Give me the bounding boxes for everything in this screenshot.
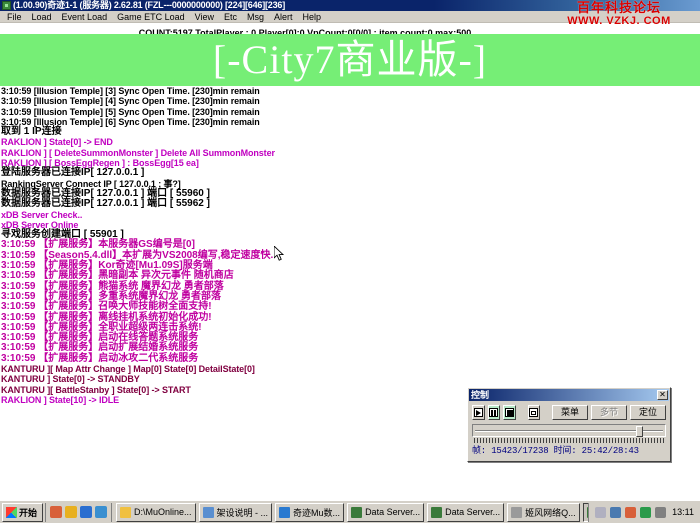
taskbar-item[interactable]: 架设说明 - ... xyxy=(199,503,273,522)
taskbar-item-label: 奇迹Mu数... xyxy=(293,506,340,519)
stop-button[interactable] xyxy=(503,405,516,420)
log-line: 取到 1 IP连接 xyxy=(0,127,700,137)
shield-icon[interactable] xyxy=(640,507,651,518)
menu-item-file[interactable]: File xyxy=(2,11,27,23)
taskbar-item-label: 架设说明 - ... xyxy=(217,506,269,519)
playback-slider[interactable] xyxy=(472,424,666,437)
window-titlebar[interactable]: (1.00.90)奇迹1-1 (服务器) 2.62.81 (FZL---0000… xyxy=(0,0,700,11)
taskbar-item-icon xyxy=(279,507,290,518)
network-icon[interactable] xyxy=(610,507,621,518)
menu-item-alert[interactable]: Alert xyxy=(269,11,298,23)
clock-label[interactable]: 13:11 xyxy=(672,507,694,517)
menu-item-event-load[interactable]: Event Load xyxy=(57,11,113,23)
folder-icon[interactable] xyxy=(95,506,107,518)
pause-button[interactable] xyxy=(488,405,501,420)
taskbar-item-icon xyxy=(431,507,442,518)
locate-button[interactable]: 定位 xyxy=(630,405,666,420)
menu-item-game-etc-load[interactable]: Game ETC Load xyxy=(112,11,190,23)
taskbar-item-label: 姬风网络Q... xyxy=(525,506,576,519)
menu-item-load[interactable]: Load xyxy=(27,11,57,23)
media-icon[interactable] xyxy=(80,506,92,518)
playback-tick-marks xyxy=(474,438,664,443)
taskbar-item[interactable]: Data Server... xyxy=(347,503,424,522)
log-line: RAKLION ] State[0] -> END xyxy=(0,137,700,147)
taskbar-item[interactable]: Data Server... xyxy=(427,503,504,522)
log-line: KANTURU ][ Map Attr Change ] Map[0] Stat… xyxy=(0,364,700,374)
player-control-window[interactable]: 控制 ✕ 菜单 多节 定位 xyxy=(467,387,671,462)
log-line: RAKLION ] [ DeleteSummonMonster ] Delete… xyxy=(0,148,700,158)
start-button-label: 开始 xyxy=(19,506,37,519)
system-tray: 13:11 xyxy=(588,503,698,522)
close-icon[interactable]: ✕ xyxy=(657,390,668,400)
playback-info-text: 帧: 15423/17238 时间: 25:42/28:43 xyxy=(472,445,666,457)
printer-icon[interactable] xyxy=(595,507,606,518)
menu-button[interactable]: 菜单 xyxy=(552,405,588,420)
taskbar-item-label: D:\MuOnline... xyxy=(134,507,192,517)
menu-item-help[interactable]: Help xyxy=(298,11,327,23)
taskbar-item-icon xyxy=(511,507,522,518)
clock-icon[interactable] xyxy=(655,507,666,518)
log-line: 登陆服务器已连接IP[ 127.0.0.1 ] xyxy=(0,168,700,178)
menu-item-etc[interactable]: Etc xyxy=(219,11,242,23)
log-line: 数据服务器已连接IP[ 127.0.0.1 ] 端口 [ 55962 ] xyxy=(0,199,700,209)
player-control-title: 控制 xyxy=(471,389,657,401)
taskbar-item-icon xyxy=(351,507,362,518)
log-line: xDB Server Check.. xyxy=(0,210,700,220)
log-line: 3:10:59 [Illusion Temple] [6] Sync Open … xyxy=(0,117,700,127)
browser-icon[interactable] xyxy=(65,506,77,518)
eject-icon xyxy=(529,408,538,417)
taskbar-item[interactable]: 奇迹Mu数... xyxy=(275,503,344,522)
stop-icon xyxy=(505,408,514,417)
desktop-root: (1.00.90)奇迹1-1 (服务器) 2.62.81 (FZL---0000… xyxy=(0,0,700,523)
playback-slider-track xyxy=(475,430,663,432)
app-icon xyxy=(2,1,11,10)
log-line: KANTURU ] State[0] -> STANDBY xyxy=(0,374,700,384)
qq-tray-icon[interactable] xyxy=(625,507,636,518)
server-banner: [-City7商业版-] xyxy=(0,34,700,86)
taskbar-window-list: D:\MuOnline... 架设说明 - ... 奇迹Mu数... Data Ser… xyxy=(116,503,588,522)
taskbar-item[interactable]: 姬风网络Q... xyxy=(507,503,580,522)
start-button[interactable]: 开始 xyxy=(2,503,43,522)
log-line: 3:10:59 [Illusion Temple] [5] Sync Open … xyxy=(0,107,700,117)
player-button-row: 菜单 多节 定位 xyxy=(472,405,666,420)
menu-item-view[interactable]: View xyxy=(190,11,219,23)
log-line: 3:10:59 [Illusion Temple] [3] Sync Open … xyxy=(0,86,700,96)
server-banner-text: [-City7商业版-] xyxy=(213,37,487,83)
taskbar-item-icon xyxy=(120,507,131,518)
log-line: 3:10:59 【扩展服务】启动冰攻二代系统服务 xyxy=(0,354,700,364)
playback-slider-thumb[interactable] xyxy=(636,426,643,437)
window-title: (1.00.90)奇迹1-1 (服务器) 2.62.81 (FZL---0000… xyxy=(13,0,285,11)
pause-icon xyxy=(489,408,498,417)
server-stats-bar: COUNT:5197 TotalPlayer : 0 Player[0]:0 V… xyxy=(0,23,700,34)
qq-icon[interactable] xyxy=(50,506,62,518)
taskbar: 开始 D:\MuOnline... 架设说明 - ... 奇迹Mu数... Data … xyxy=(0,500,700,523)
player-control-body: 菜单 多节 定位 帧: 15423/17238 时间: 25:42/28:43 xyxy=(468,402,670,459)
log-line: 3:10:59 [Illusion Temple] [4] Sync Open … xyxy=(0,96,700,106)
play-icon xyxy=(474,408,483,417)
eject-button[interactable] xyxy=(528,405,541,420)
player-control-titlebar[interactable]: 控制 ✕ xyxy=(469,389,669,401)
windows-logo-icon xyxy=(6,507,17,518)
menu-bar: File Load Event Load Game ETC Load View … xyxy=(0,11,700,23)
taskbar-item-label: Data Server... xyxy=(445,507,500,517)
taskbar-item-label: Data Server... xyxy=(365,507,420,517)
taskbar-item[interactable]: D:\MuOnline... xyxy=(116,503,196,522)
taskbar-item-icon xyxy=(203,507,214,518)
play-button[interactable] xyxy=(472,405,485,420)
log-line: 3:10:59 【扩展服务】召唤大师技能树全面支持! xyxy=(0,302,700,312)
chapter-button: 多节 xyxy=(591,405,627,420)
menu-item-msg[interactable]: Msg xyxy=(242,11,269,23)
quick-launch-bar xyxy=(45,503,112,522)
